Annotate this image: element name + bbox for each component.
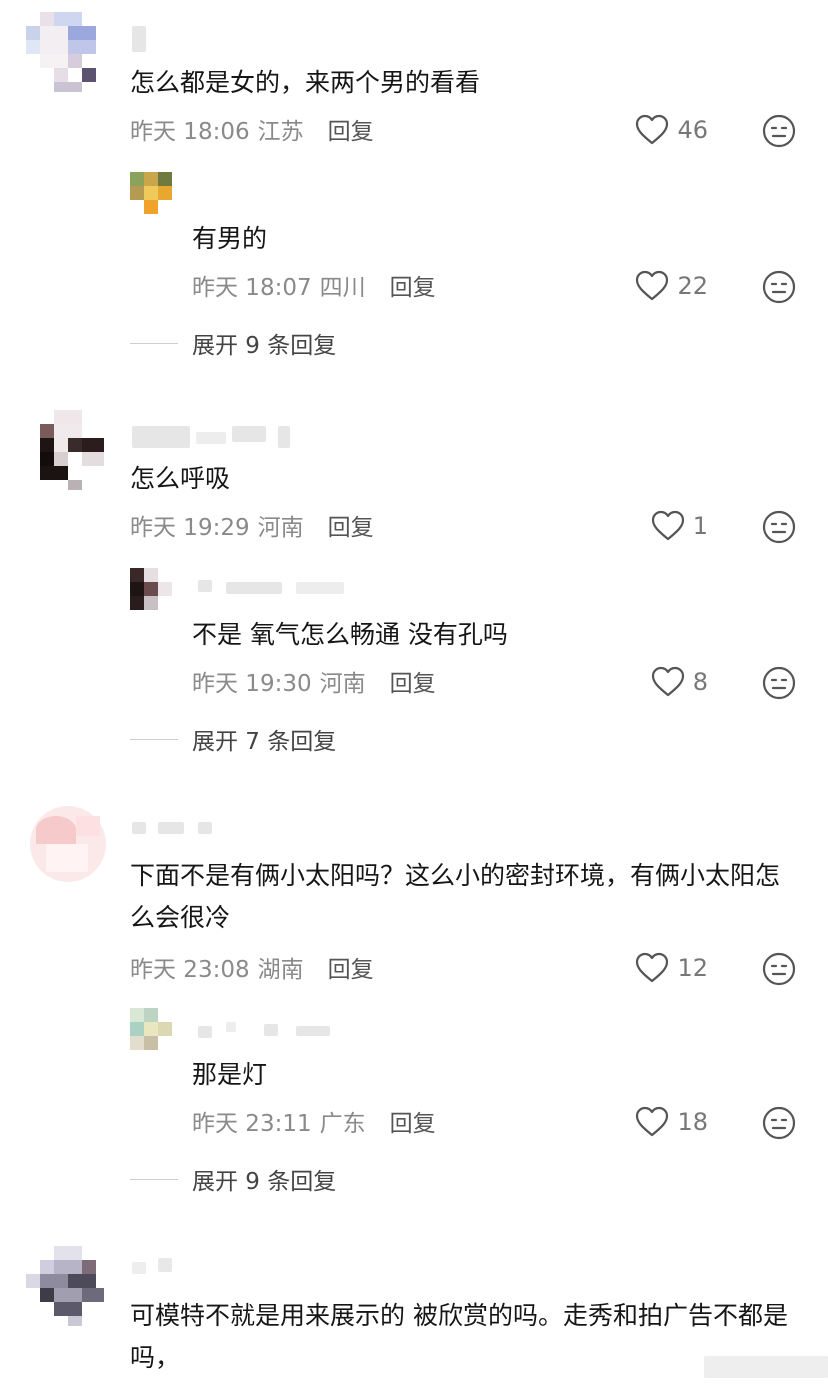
username-blurred [226,1022,236,1032]
heart-outline-icon [636,270,669,301]
divider-line [130,1178,178,1180]
reply-button[interactable]: 回复 [328,950,374,984]
reply-button[interactable]: 回复 [390,664,436,698]
reply-region: 四川 [319,275,366,301]
username-blurred [158,1258,172,1272]
heart-outline-icon [636,114,669,145]
comment-region: 湖南 [257,957,304,983]
comment-region: 河南 [257,515,304,541]
expand-replies-button[interactable]: 展开 9 条回复 [130,326,336,360]
reply-region: 广东 [319,1111,366,1137]
username-blurred[interactable] [198,1026,212,1038]
like-button[interactable]: 8 [651,666,708,698]
expand-label: 展开 9 条回复 [192,333,337,359]
reply-time: 昨天 19:30 [192,671,312,697]
comment-time: 昨天 19:29 [130,515,250,541]
neutral-face-icon[interactable] [762,952,796,986]
avatar[interactable] [26,1246,106,1326]
reply-avatar[interactable] [130,568,172,610]
comment-text: 可模特不就是用来展示的 被欣赏的吗。走秀和拍广告不都是吗， [130,1301,788,1372]
like-count: 22 [677,272,708,300]
reply-region: 河南 [319,671,366,697]
reply-button[interactable]: 回复 [328,112,374,146]
comment-meta: 昨天 19:29 河南 回复 [130,508,374,542]
username-blurred[interactable] [132,26,146,52]
reply-text: 不是 氧气怎么畅通 没有孔吗 [192,620,508,649]
like-button[interactable]: 18 [635,1106,708,1138]
reply-button[interactable]: 回复 [390,268,436,302]
reply-time: 昨天 18:07 [192,275,312,301]
like-button[interactable]: 46 [635,114,708,146]
heart-outline-icon [651,510,684,541]
username-blurred[interactable] [132,426,190,448]
watermark-blurred [704,1356,828,1378]
heart-outline-icon [651,666,684,697]
heart-outline-icon [636,952,669,983]
like-count: 18 [677,1108,708,1136]
reply-button[interactable]: 回复 [390,1104,436,1138]
reply-meta: 昨天 19:30 河南 回复 [192,664,436,698]
like-button[interactable]: 22 [635,270,708,302]
like-button[interactable]: 1 [651,510,708,542]
expand-replies-button[interactable]: 展开 7 条回复 [130,722,336,756]
comment-meta: 昨天 18:06 江苏 回复 [130,112,374,146]
heart-outline-icon [636,1106,669,1137]
comment-meta: 昨天 23:08 湖南 回复 [130,950,374,984]
username-blurred [296,1026,330,1036]
reply-avatar[interactable] [130,1008,172,1050]
username-blurred [158,822,184,834]
neutral-face-icon[interactable] [762,1106,796,1140]
comment-region: 江苏 [257,119,304,145]
like-count: 12 [677,954,708,982]
username-blurred [296,582,344,594]
comment-time: 昨天 23:08 [130,957,250,983]
expand-label: 展开 9 条回复 [192,1169,337,1195]
like-count: 46 [677,116,708,144]
expand-label: 展开 7 条回复 [192,729,337,755]
comment-time: 昨天 18:06 [130,119,250,145]
username-blurred[interactable] [198,580,212,592]
reply-text: 有男的 [192,224,268,253]
username-blurred[interactable] [132,1262,146,1274]
username-blurred [196,432,226,444]
comment-text: 怎么都是女的，来两个男的看看 [130,68,481,97]
username-blurred [278,426,290,448]
reply-text: 那是灯 [192,1060,268,1089]
like-count: 8 [692,668,708,696]
reply-time: 昨天 23:11 [192,1111,312,1137]
avatar[interactable] [26,806,106,886]
neutral-face-icon[interactable] [762,666,796,700]
like-button[interactable]: 12 [635,952,708,984]
reply-meta: 昨天 23:11 广东 回复 [192,1104,436,1138]
neutral-face-icon[interactable] [762,510,796,544]
username-blurred [232,426,266,442]
username-blurred [198,822,212,834]
divider-line [130,738,178,740]
comment-text: 怎么呼吸 [130,464,231,493]
username-blurred [226,582,282,594]
reply-meta: 昨天 18:07 四川 回复 [192,268,436,302]
expand-replies-button[interactable]: 展开 9 条回复 [130,1162,336,1196]
like-count: 1 [692,512,708,540]
avatar[interactable] [26,12,106,92]
comment-text: 下面不是有俩小太阳吗？这么小的密封环境，有俩小太阳怎么会很冷 [130,861,781,932]
avatar[interactable] [26,410,106,490]
neutral-face-icon[interactable] [762,114,796,148]
username-blurred [264,1024,278,1036]
username-blurred[interactable] [132,822,146,834]
reply-button[interactable]: 回复 [328,508,374,542]
neutral-face-icon[interactable] [762,270,796,304]
divider-line [130,342,178,344]
reply-avatar[interactable] [130,172,172,214]
